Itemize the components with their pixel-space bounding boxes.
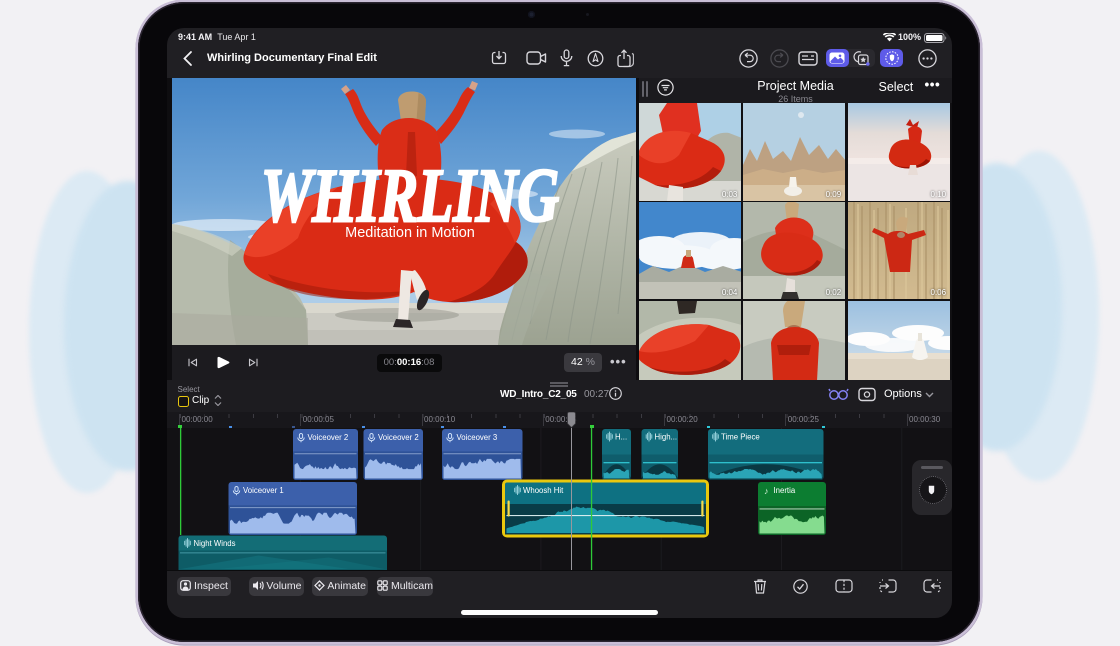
svg-text:Voiceover 2: Voiceover 2 — [378, 433, 419, 442]
svg-text:Night Winds: Night Winds — [194, 539, 236, 548]
svg-text:♪: ♪ — [764, 486, 769, 496]
svg-text:Time Piece: Time Piece — [721, 433, 760, 442]
svg-text:Meditation in Motion: Meditation in Motion — [345, 225, 475, 241]
svg-text:Voiceover 1: Voiceover 1 — [243, 486, 284, 495]
svg-text:High...: High... — [655, 433, 678, 442]
svg-text:Whoosh Hit: Whoosh Hit — [523, 486, 564, 495]
svg-text:Voiceover 3: Voiceover 3 — [457, 433, 498, 442]
svg-text:Voiceover 2: Voiceover 2 — [308, 433, 349, 442]
svg-text:Inertia: Inertia — [774, 486, 796, 495]
svg-text:H...: H... — [615, 433, 627, 442]
